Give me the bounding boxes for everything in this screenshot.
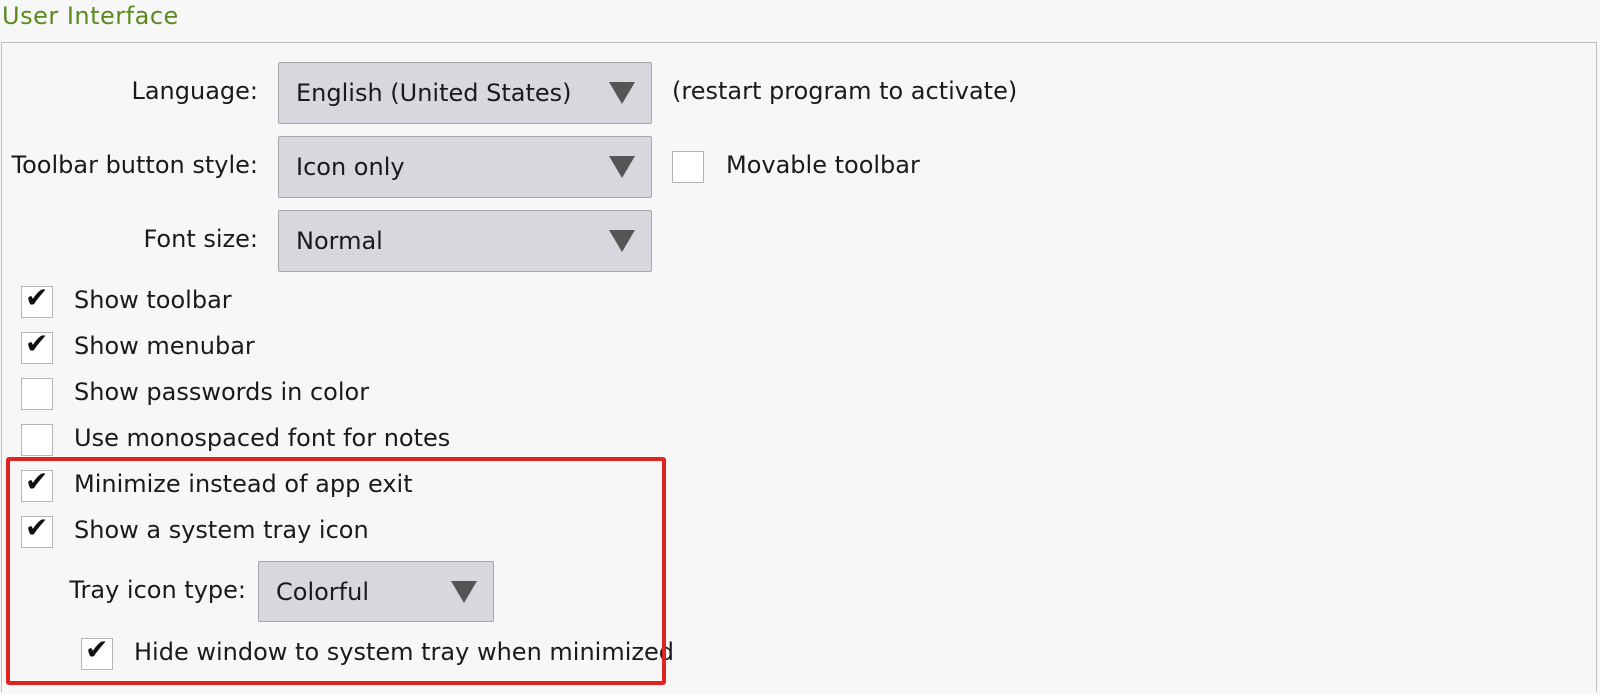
movable-toolbar-label: Movable toolbar [726, 151, 920, 179]
movable-toolbar-checkbox[interactable] [672, 151, 704, 183]
dropdown-arrow-icon [609, 230, 635, 252]
show-menubar-checkbox[interactable]: ✔ [21, 327, 53, 364]
language-label: Language: [131, 77, 258, 105]
hide-to-tray-checkbox[interactable]: ✔ [81, 633, 113, 670]
check-icon: ✔ [25, 327, 49, 360]
check-icon: ✔ [85, 633, 109, 666]
monospaced-notes-label: Use monospaced font for notes [74, 424, 451, 452]
font-size-label: Font size: [143, 225, 258, 253]
monospaced-notes-checkbox[interactable] [21, 424, 53, 456]
show-tray-icon-checkbox[interactable]: ✔ [21, 511, 53, 548]
tray-icon-type-combo[interactable]: Colorful [258, 561, 494, 622]
language-combo[interactable]: English (United States) [278, 62, 652, 124]
dropdown-arrow-icon [451, 580, 477, 603]
language-combo-value: English (United States) [296, 79, 572, 107]
dropdown-arrow-icon [609, 82, 635, 104]
hide-to-tray-label: Hide window to system tray when minimize… [134, 638, 674, 666]
show-tray-icon-label: Show a system tray icon [74, 516, 369, 544]
font-size-combo[interactable]: Normal [278, 210, 652, 272]
show-passwords-color-label: Show passwords in color [74, 378, 370, 406]
font-size-combo-value: Normal [296, 227, 383, 255]
tray-icon-type-combo-value: Colorful [276, 577, 369, 606]
check-icon: ✔ [25, 465, 49, 498]
tray-icon-type-label: Tray icon type: [69, 576, 246, 604]
minimize-instead-exit-label: Minimize instead of app exit [74, 470, 413, 498]
check-icon: ✔ [25, 281, 49, 314]
show-passwords-color-checkbox[interactable] [21, 378, 53, 410]
group-title: User Interface [2, 2, 179, 30]
minimize-instead-exit-checkbox[interactable]: ✔ [21, 465, 53, 502]
show-menubar-label: Show menubar [74, 332, 255, 360]
restart-note: (restart program to activate) [672, 77, 1018, 105]
toolbar-style-combo-value: Icon only [296, 153, 405, 181]
toolbar-style-label: Toolbar button style: [11, 151, 258, 179]
dropdown-arrow-icon [609, 156, 635, 178]
toolbar-style-combo[interactable]: Icon only [278, 136, 652, 198]
check-icon: ✔ [25, 511, 49, 544]
show-toolbar-checkbox[interactable]: ✔ [21, 281, 53, 318]
show-toolbar-label: Show toolbar [74, 286, 232, 314]
